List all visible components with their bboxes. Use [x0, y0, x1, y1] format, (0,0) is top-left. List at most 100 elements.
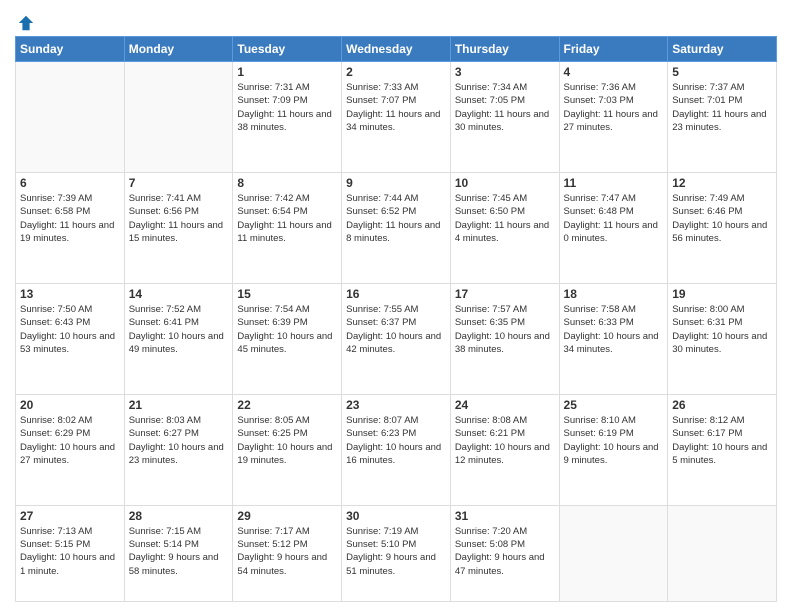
day-number: 17 [455, 287, 555, 301]
day-number: 6 [20, 176, 120, 190]
weekday-saturday: Saturday [668, 37, 777, 62]
day-number: 10 [455, 176, 555, 190]
calendar-cell [559, 505, 668, 601]
calendar-cell: 14 Sunrise: 7:52 AM Sunset: 6:41 PM Dayli… [124, 283, 233, 394]
day-info: Sunrise: 7:47 AM Sunset: 6:48 PM Dayligh… [564, 192, 664, 245]
day-info: Sunrise: 7:37 AM Sunset: 7:01 PM Dayligh… [672, 81, 772, 134]
day-number: 5 [672, 65, 772, 79]
logo-icon [17, 14, 35, 32]
day-info: Sunrise: 8:02 AM Sunset: 6:29 PM Dayligh… [20, 414, 120, 467]
day-info: Sunrise: 7:19 AM Sunset: 5:10 PM Dayligh… [346, 525, 446, 578]
day-info: Sunrise: 7:52 AM Sunset: 6:41 PM Dayligh… [129, 303, 229, 356]
day-info: Sunrise: 7:55 AM Sunset: 6:37 PM Dayligh… [346, 303, 446, 356]
weekday-monday: Monday [124, 37, 233, 62]
calendar-cell: 17 Sunrise: 7:57 AM Sunset: 6:35 PM Dayli… [450, 283, 559, 394]
calendar-cell: 24 Sunrise: 8:08 AM Sunset: 6:21 PM Dayli… [450, 394, 559, 505]
calendar-cell: 8 Sunrise: 7:42 AM Sunset: 6:54 PM Daylig… [233, 172, 342, 283]
day-info: Sunrise: 7:42 AM Sunset: 6:54 PM Dayligh… [237, 192, 337, 245]
week-row-5: 27 Sunrise: 7:13 AM Sunset: 5:15 PM Dayli… [16, 505, 777, 601]
day-info: Sunrise: 7:44 AM Sunset: 6:52 PM Dayligh… [346, 192, 446, 245]
day-info: Sunrise: 8:03 AM Sunset: 6:27 PM Dayligh… [129, 414, 229, 467]
day-info: Sunrise: 7:57 AM Sunset: 6:35 PM Dayligh… [455, 303, 555, 356]
day-info: Sunrise: 8:08 AM Sunset: 6:21 PM Dayligh… [455, 414, 555, 467]
day-number: 12 [672, 176, 772, 190]
day-info: Sunrise: 7:36 AM Sunset: 7:03 PM Dayligh… [564, 81, 664, 134]
calendar-cell: 20 Sunrise: 8:02 AM Sunset: 6:29 PM Dayli… [16, 394, 125, 505]
calendar-cell: 5 Sunrise: 7:37 AM Sunset: 7:01 PM Daylig… [668, 62, 777, 173]
calendar-cell: 11 Sunrise: 7:47 AM Sunset: 6:48 PM Dayli… [559, 172, 668, 283]
weekday-header-row: SundayMondayTuesdayWednesdayThursdayFrid… [16, 37, 777, 62]
calendar-cell: 16 Sunrise: 7:55 AM Sunset: 6:37 PM Dayli… [342, 283, 451, 394]
calendar-cell: 19 Sunrise: 8:00 AM Sunset: 6:31 PM Dayli… [668, 283, 777, 394]
day-info: Sunrise: 8:10 AM Sunset: 6:19 PM Dayligh… [564, 414, 664, 467]
day-info: Sunrise: 7:20 AM Sunset: 5:08 PM Dayligh… [455, 525, 555, 578]
calendar-cell: 10 Sunrise: 7:45 AM Sunset: 6:50 PM Dayli… [450, 172, 559, 283]
day-info: Sunrise: 7:31 AM Sunset: 7:09 PM Dayligh… [237, 81, 337, 134]
day-info: Sunrise: 7:49 AM Sunset: 6:46 PM Dayligh… [672, 192, 772, 245]
day-info: Sunrise: 7:33 AM Sunset: 7:07 PM Dayligh… [346, 81, 446, 134]
page: SundayMondayTuesdayWednesdayThursdayFrid… [0, 0, 792, 612]
calendar-cell: 3Sunrise: 7:34 AM Sunset: 7:05 PM Daylig… [450, 62, 559, 173]
day-number: 25 [564, 398, 664, 412]
day-number: 20 [20, 398, 120, 412]
day-number: 13 [20, 287, 120, 301]
day-number: 3 [455, 65, 555, 79]
day-number: 26 [672, 398, 772, 412]
weekday-tuesday: Tuesday [233, 37, 342, 62]
week-row-4: 20 Sunrise: 8:02 AM Sunset: 6:29 PM Dayli… [16, 394, 777, 505]
calendar-table: SundayMondayTuesdayWednesdayThursdayFrid… [15, 36, 777, 602]
calendar-cell: 30 Sunrise: 7:19 AM Sunset: 5:10 PM Dayli… [342, 505, 451, 601]
calendar-cell: 4 Sunrise: 7:36 AM Sunset: 7:03 PM Daylig… [559, 62, 668, 173]
calendar-cell: 18 Sunrise: 7:58 AM Sunset: 6:33 PM Dayli… [559, 283, 668, 394]
day-info: Sunrise: 7:54 AM Sunset: 6:39 PM Dayligh… [237, 303, 337, 356]
weekday-wednesday: Wednesday [342, 37, 451, 62]
day-number: 15 [237, 287, 337, 301]
day-number: 8 [237, 176, 337, 190]
calendar-cell: 1 Sunrise: 7:31 AM Sunset: 7:09 PM Daylig… [233, 62, 342, 173]
day-number: 1 [237, 65, 337, 79]
day-info: Sunrise: 8:12 AM Sunset: 6:17 PM Dayligh… [672, 414, 772, 467]
day-info: Sunrise: 7:58 AM Sunset: 6:33 PM Dayligh… [564, 303, 664, 356]
calendar-cell: 21 Sunrise: 8:03 AM Sunset: 6:27 PM Dayli… [124, 394, 233, 505]
calendar-cell [668, 505, 777, 601]
weekday-friday: Friday [559, 37, 668, 62]
day-number: 14 [129, 287, 229, 301]
day-number: 16 [346, 287, 446, 301]
day-number: 21 [129, 398, 229, 412]
calendar-cell: 26 Sunrise: 8:12 AM Sunset: 6:17 PM Dayli… [668, 394, 777, 505]
day-info: Sunrise: 7:45 AM Sunset: 6:50 PM Dayligh… [455, 192, 555, 245]
day-info: Sunrise: 7:15 AM Sunset: 5:14 PM Dayligh… [129, 525, 229, 578]
day-number: 18 [564, 287, 664, 301]
day-number: 19 [672, 287, 772, 301]
calendar-cell: 25 Sunrise: 8:10 AM Sunset: 6:19 PM Dayli… [559, 394, 668, 505]
day-number: 2 [346, 65, 446, 79]
calendar-cell: 23 Sunrise: 8:07 AM Sunset: 6:23 PM Dayli… [342, 394, 451, 505]
week-row-1: 1 Sunrise: 7:31 AM Sunset: 7:09 PM Daylig… [16, 62, 777, 173]
day-number: 11 [564, 176, 664, 190]
week-row-3: 13Sunrise: 7:50 AM Sunset: 6:43 PM Dayli… [16, 283, 777, 394]
day-info: Sunrise: 7:39 AM Sunset: 6:58 PM Dayligh… [20, 192, 120, 245]
calendar-cell: 29Sunrise: 7:17 AM Sunset: 5:12 PM Dayli… [233, 505, 342, 601]
weekday-sunday: Sunday [16, 37, 125, 62]
calendar-cell: 6 Sunrise: 7:39 AM Sunset: 6:58 PM Daylig… [16, 172, 125, 283]
day-info: Sunrise: 7:41 AM Sunset: 6:56 PM Dayligh… [129, 192, 229, 245]
calendar-cell: 27 Sunrise: 7:13 AM Sunset: 5:15 PM Dayli… [16, 505, 125, 601]
day-info: Sunrise: 8:07 AM Sunset: 6:23 PM Dayligh… [346, 414, 446, 467]
day-number: 27 [20, 509, 120, 523]
calendar-cell: 28Sunrise: 7:15 AM Sunset: 5:14 PM Dayli… [124, 505, 233, 601]
calendar-cell: 12 Sunrise: 7:49 AM Sunset: 6:46 PM Dayli… [668, 172, 777, 283]
day-number: 24 [455, 398, 555, 412]
header [15, 10, 777, 28]
calendar-cell: 9 Sunrise: 7:44 AM Sunset: 6:52 PM Daylig… [342, 172, 451, 283]
day-number: 4 [564, 65, 664, 79]
day-number: 30 [346, 509, 446, 523]
calendar-cell: 13Sunrise: 7:50 AM Sunset: 6:43 PM Dayli… [16, 283, 125, 394]
day-number: 29 [237, 509, 337, 523]
day-number: 22 [237, 398, 337, 412]
day-number: 31 [455, 509, 555, 523]
day-number: 7 [129, 176, 229, 190]
day-info: Sunrise: 8:00 AM Sunset: 6:31 PM Dayligh… [672, 303, 772, 356]
day-number: 9 [346, 176, 446, 190]
day-info: Sunrise: 7:13 AM Sunset: 5:15 PM Dayligh… [20, 525, 120, 578]
day-number: 23 [346, 398, 446, 412]
